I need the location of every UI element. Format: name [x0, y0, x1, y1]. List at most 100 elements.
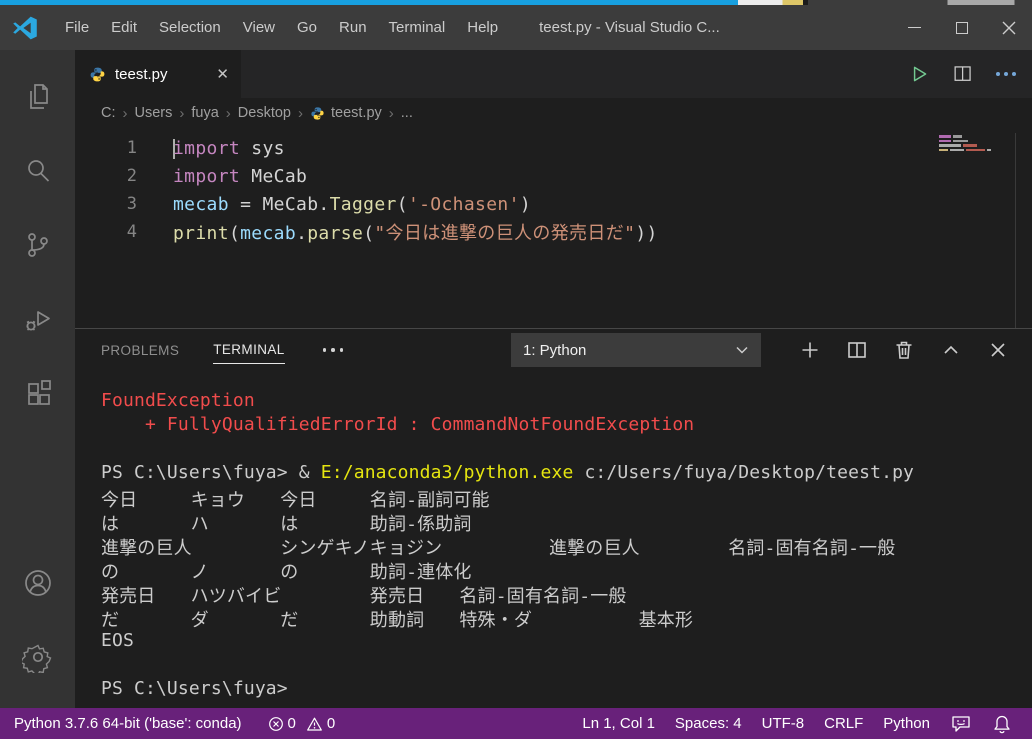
menu-edit[interactable]: Edit: [100, 5, 148, 50]
line-number: 4: [75, 222, 137, 242]
menu-view[interactable]: View: [232, 5, 286, 50]
terminal-line: PS C:\Users\fuya> & E:/anaconda3/python.…: [101, 462, 1032, 486]
maximize-button[interactable]: [938, 5, 985, 50]
cursor-position-status[interactable]: Ln 1, Col 1: [572, 715, 665, 732]
tab-label: teest.py: [115, 66, 168, 83]
sidebar-item-explorer[interactable]: [0, 60, 75, 134]
split-terminal-button[interactable]: [845, 338, 869, 362]
python-file-icon: [89, 66, 106, 83]
problems-status[interactable]: 0 0: [258, 715, 346, 732]
maximize-panel-button[interactable]: [939, 338, 963, 362]
breadcrumb-item-desktop[interactable]: Desktop: [238, 105, 291, 121]
breadcrumb-item-users[interactable]: Users: [135, 105, 173, 121]
breadcrumb-item-teestpy[interactable]: teest.py: [310, 105, 382, 121]
more-editor-actions-button[interactable]: [996, 72, 1016, 76]
code-line[interactable]: 2import MeCab: [75, 162, 1032, 190]
breadcrumb-item-fuya[interactable]: fuya: [191, 105, 218, 121]
menu-help[interactable]: Help: [456, 5, 509, 50]
encoding-status[interactable]: UTF-8: [752, 715, 815, 732]
close-window-button[interactable]: [985, 5, 1032, 50]
line-number: 3: [75, 194, 137, 214]
line-number: 2: [75, 166, 137, 186]
sidebar-item-source-control[interactable]: [0, 208, 75, 282]
status-bar-right: Ln 1, Col 1Spaces: 4UTF-8CRLFPython: [572, 715, 940, 732]
code-text: print(mecab.parse("今日は進撃の巨人の発売日だ")): [173, 219, 658, 245]
breadcrumb-item-c[interactable]: C:: [101, 105, 116, 121]
menu-go[interactable]: Go: [286, 5, 328, 50]
terminal-output[interactable]: FoundException + FullyQualifiedErrorId :…: [75, 371, 1032, 708]
error-icon: [268, 716, 284, 732]
tab-problems[interactable]: PROBLEMS: [101, 337, 179, 364]
code-editor[interactable]: 1 import sys 2import MeCab 3 mecab = MeCab.T…: [75, 128, 1032, 328]
feedback-button[interactable]: [940, 715, 982, 733]
terminal-line: EOS: [101, 630, 1032, 654]
terminal-line: 今日キョウ今日名詞-副詞可能: [101, 486, 1032, 510]
terminal-line: PS C:\Users\fuya>: [101, 678, 1032, 702]
code-line[interactable]: 3 mecab = MeCab.Tagger('-Ochasen'): [75, 190, 1032, 218]
terminal-line: だダだ助動詞特殊・ダ基本形: [101, 606, 1032, 630]
vscode-window: FileEditSelectionViewGoRunTerminalHelp t…: [0, 0, 1032, 739]
code-line[interactable]: 4 print(mecab.parse("今日は進撃の巨人の発売日だ")): [75, 218, 1032, 246]
sidebar-item-run-and-debug[interactable]: [0, 282, 75, 356]
warning-count: 0: [327, 715, 335, 732]
overview-ruler: [1015, 133, 1016, 328]
window-title: teest.py - Visual Studio C...: [539, 19, 720, 36]
more-panel-views-button[interactable]: [323, 348, 344, 352]
chevron-right-icon: ›: [226, 105, 231, 122]
minimize-button[interactable]: [891, 5, 938, 50]
chevron-right-icon: ›: [389, 105, 394, 122]
indentation-status[interactable]: Spaces: 4: [665, 715, 752, 732]
minimize-icon: [908, 27, 921, 29]
sidebar-item-extensions[interactable]: [0, 356, 75, 430]
code-text: mecab = MeCab.Tagger('-Ochasen'): [173, 194, 531, 215]
terminal-selector-dropdown[interactable]: 1: Python: [511, 333, 761, 367]
language-mode-status[interactable]: Python: [873, 715, 940, 732]
chevron-down-icon: [735, 345, 749, 355]
gear-icon: [22, 641, 54, 673]
menu-terminal[interactable]: Terminal: [378, 5, 457, 50]
menu-file[interactable]: File: [54, 5, 100, 50]
chevron-right-icon: ›: [179, 105, 184, 122]
kill-terminal-button[interactable]: [892, 338, 916, 362]
window-controls: [891, 5, 1032, 50]
code-line[interactable]: 1 import sys: [75, 134, 1032, 162]
terminal-line: + FullyQualifiedErrorId : CommandNotFoun…: [101, 414, 1032, 438]
new-terminal-button[interactable]: [798, 338, 822, 362]
python-file-icon: [310, 106, 325, 121]
sidebar-item-search[interactable]: [0, 134, 75, 208]
chevron-right-icon: ›: [298, 105, 303, 122]
terminal-selector-value: 1: Python: [523, 342, 586, 359]
close-icon: [1001, 20, 1017, 36]
menu-run[interactable]: Run: [328, 5, 378, 50]
line-number: 1: [75, 138, 137, 158]
account-button[interactable]: [0, 546, 75, 620]
python-interpreter-status[interactable]: Python 3.7.6 64-bit ('base': conda): [4, 715, 252, 732]
maximize-icon: [956, 22, 968, 34]
terminal-line: [101, 438, 1032, 462]
terminal-panel: PROBLEMS TERMINAL 1: Python: [75, 328, 1032, 708]
editor-tab-bar: teest.py ✕: [75, 50, 1032, 98]
settings-button[interactable]: [0, 620, 75, 694]
tab-terminal[interactable]: TERMINAL: [213, 336, 284, 364]
breadcrumb-item-[interactable]: ...: [401, 105, 413, 121]
notifications-button[interactable]: [982, 714, 1022, 734]
code-text: import sys: [173, 138, 285, 159]
search-icon: [22, 155, 54, 187]
terminal-line: はハは助詞-係助詞: [101, 510, 1032, 534]
vscode-logo-icon: [12, 15, 38, 41]
status-bar: Python 3.7.6 64-bit ('base': conda) 0 0 …: [0, 708, 1032, 739]
close-panel-button[interactable]: [986, 338, 1010, 362]
menu-selection[interactable]: Selection: [148, 5, 232, 50]
eol-status[interactable]: CRLF: [814, 715, 873, 732]
run-python-file-button[interactable]: [908, 63, 930, 85]
terminal-line: 進撃の巨人シンゲキノキョジン進撃の巨人名詞-固有名詞-一般: [101, 534, 1032, 558]
split-editor-button[interactable]: [952, 63, 974, 85]
terminal-line: [101, 654, 1032, 678]
chevron-right-icon: ›: [123, 105, 128, 122]
tab-teest-py[interactable]: teest.py ✕: [75, 50, 241, 98]
minimap[interactable]: [939, 135, 991, 151]
bell-icon: [993, 714, 1011, 734]
warning-icon: [306, 716, 323, 732]
tab-close-icon[interactable]: ✕: [216, 67, 229, 82]
explorer-icon: [22, 81, 54, 113]
